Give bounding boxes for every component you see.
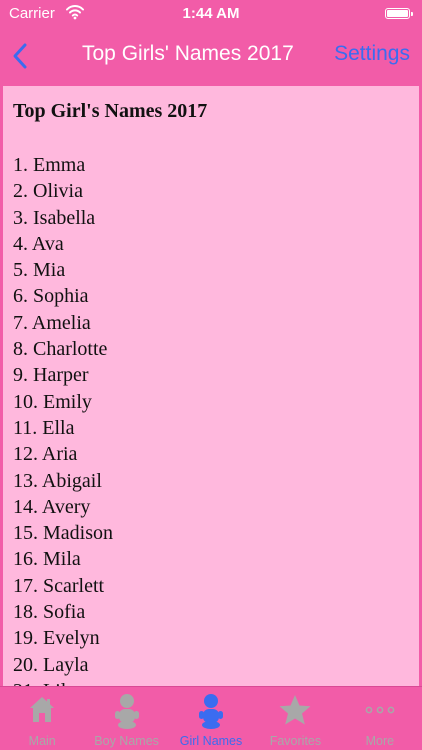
tab-label: Favorites [269,734,322,748]
list-item: 11. Ella [13,416,75,439]
house-icon [30,697,55,722]
tab-more[interactable]: More [338,687,422,750]
list-item: 16. Mila [13,548,81,571]
list-item: 3. Isabella [13,206,96,229]
names-list: 1. Emma 2. Olivia 3. Isabella 4. Ava 5. Mia 6… [13,152,113,686]
baby-boy-icon [114,694,139,729]
navigation-bar: Top Girls' Names 2017 Settings [0,28,422,84]
page-title: Top Girls' Names 2017 [82,42,294,65]
list-item: 14. Avery [13,495,91,518]
back-chevron-icon[interactable] [10,42,30,70]
list-item: 10. Emily [13,390,92,413]
tab-label: More [365,734,395,748]
tab-favorites[interactable]: Favorites [253,687,337,750]
list-item: 13. Abigail [13,469,102,492]
list-item: 19. Evelyn [13,627,100,650]
list-item: 21. Lily [13,678,113,686]
list-item: 5. Mia [13,259,66,282]
list-item: 18. Sofia [13,601,86,624]
list-item: 7. Amelia [13,311,91,334]
clock: 1:44 AM [182,5,240,22]
list-item: 15. Madison [13,522,113,545]
settings-button[interactable]: Settings [334,42,410,66]
tab-bar: Main Boy Names Girl Names Favorites More [0,686,422,750]
list-item: 12. Aria [13,443,78,466]
list-heading: Top Girl's Names 2017 [13,100,208,122]
battery-icon [385,8,413,19]
tab-girl-names[interactable]: Girl Names [169,687,253,750]
star-icon [279,695,311,725]
baby-girl-icon [199,694,224,729]
status-bar: Carrier 1:44 AM [0,0,422,28]
more-icon [365,706,395,714]
tab-label: Main [28,734,56,748]
tab-boy-names[interactable]: Boy Names [84,687,168,750]
list-item: 2. Olivia [13,180,83,203]
content-area[interactable]: Top Girl's Names 2017 1. Emma 2. Olivia 3.… [0,84,422,686]
list-item: 17. Scarlett [13,574,105,597]
names-document: Top Girl's Names 2017 1. Emma 2. Olivia 3.… [3,86,419,686]
tab-label: Boy Names [94,734,159,748]
list-item: 20. Layla [13,653,89,676]
list-item: 1. Emma [13,154,86,176]
list-item: 8. Charlotte [13,338,108,361]
tab-label: Girl Names [179,734,243,748]
list-item: 6. Sophia [13,285,89,308]
list-item: 9. Harper [13,364,89,387]
tab-main[interactable]: Main [0,687,84,750]
list-item: 4. Ava [13,232,64,255]
